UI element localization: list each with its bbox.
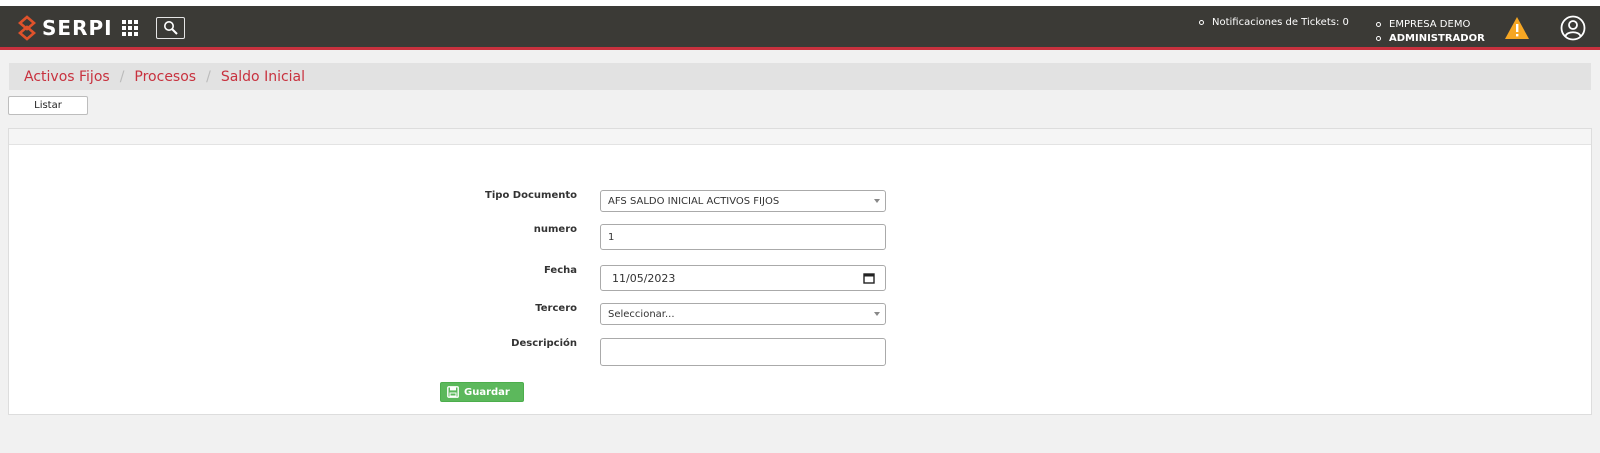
company-info: EMPRESA DEMO ADMINISTRADOR [1376, 17, 1485, 45]
bullet-icon [1376, 21, 1381, 27]
descripcion-input[interactable] [600, 338, 886, 366]
user-icon[interactable] [1560, 15, 1586, 44]
user-role: ADMINISTRADOR [1389, 32, 1485, 44]
tipo-documento-value: AFS SALDO INICIAL ACTIVOS FIJOS [608, 195, 780, 207]
chevron-down-icon [874, 312, 880, 316]
save-button[interactable]: Guardar [440, 382, 524, 402]
bullet-icon [1199, 20, 1204, 25]
breadcrumb-separator: / [119, 68, 125, 85]
serpi-logo[interactable]: SERPI [16, 15, 113, 41]
breadcrumb-procesos[interactable]: Procesos [134, 69, 196, 85]
apps-grid-icon[interactable] [122, 20, 138, 36]
tercero-label: Tercero [535, 303, 577, 314]
breadcrumb-activos-fijos[interactable]: Activos Fijos [24, 69, 110, 85]
numero-label: numero [533, 224, 577, 235]
tercero-select[interactable]: Seleccionar... [600, 303, 886, 325]
save-label: Guardar [464, 386, 510, 398]
tipo-documento-select[interactable]: AFS SALDO INICIAL ACTIVOS FIJOS [600, 190, 886, 212]
serpi-logo-icon [18, 15, 36, 41]
warning-icon[interactable] [1504, 16, 1530, 43]
breadcrumb-saldo-inicial[interactable]: Saldo Inicial [221, 69, 305, 85]
search-button[interactable] [156, 17, 185, 39]
numero-input[interactable]: 1 [600, 224, 886, 250]
list-button[interactable]: Listar [8, 96, 88, 115]
tercero-value: Seleccionar... [608, 308, 675, 320]
bullet-icon [1376, 35, 1381, 41]
search-icon [163, 21, 178, 35]
descripcion-label: Descripción [511, 338, 577, 349]
fecha-label: Fecha [543, 265, 577, 276]
fecha-input[interactable]: 11/05/2023 [600, 265, 886, 291]
numero-value: 1 [608, 231, 615, 243]
panel-header [9, 129, 1591, 145]
calendar-icon[interactable] [863, 272, 875, 287]
breadcrumb-separator: / [206, 68, 211, 85]
ticket-notifications[interactable]: Notificaciones de Tickets: 0 [1199, 17, 1349, 28]
notifications-label: Notificaciones de Tickets: 0 [1212, 17, 1349, 28]
floppy-disk-icon [447, 386, 459, 398]
logo-text: SERPI [42, 16, 113, 40]
tipo-documento-label: Tipo Documento [485, 190, 577, 201]
fecha-value: 11/05/2023 [612, 271, 676, 285]
company-name: EMPRESA DEMO [1389, 18, 1471, 30]
breadcrumb: Activos Fijos / Procesos / Saldo Inicial [9, 63, 1591, 90]
top-navbar: SERPI Notificaciones de Tickets: 0 EMPRE… [0, 6, 1600, 50]
chevron-down-icon [874, 199, 880, 203]
